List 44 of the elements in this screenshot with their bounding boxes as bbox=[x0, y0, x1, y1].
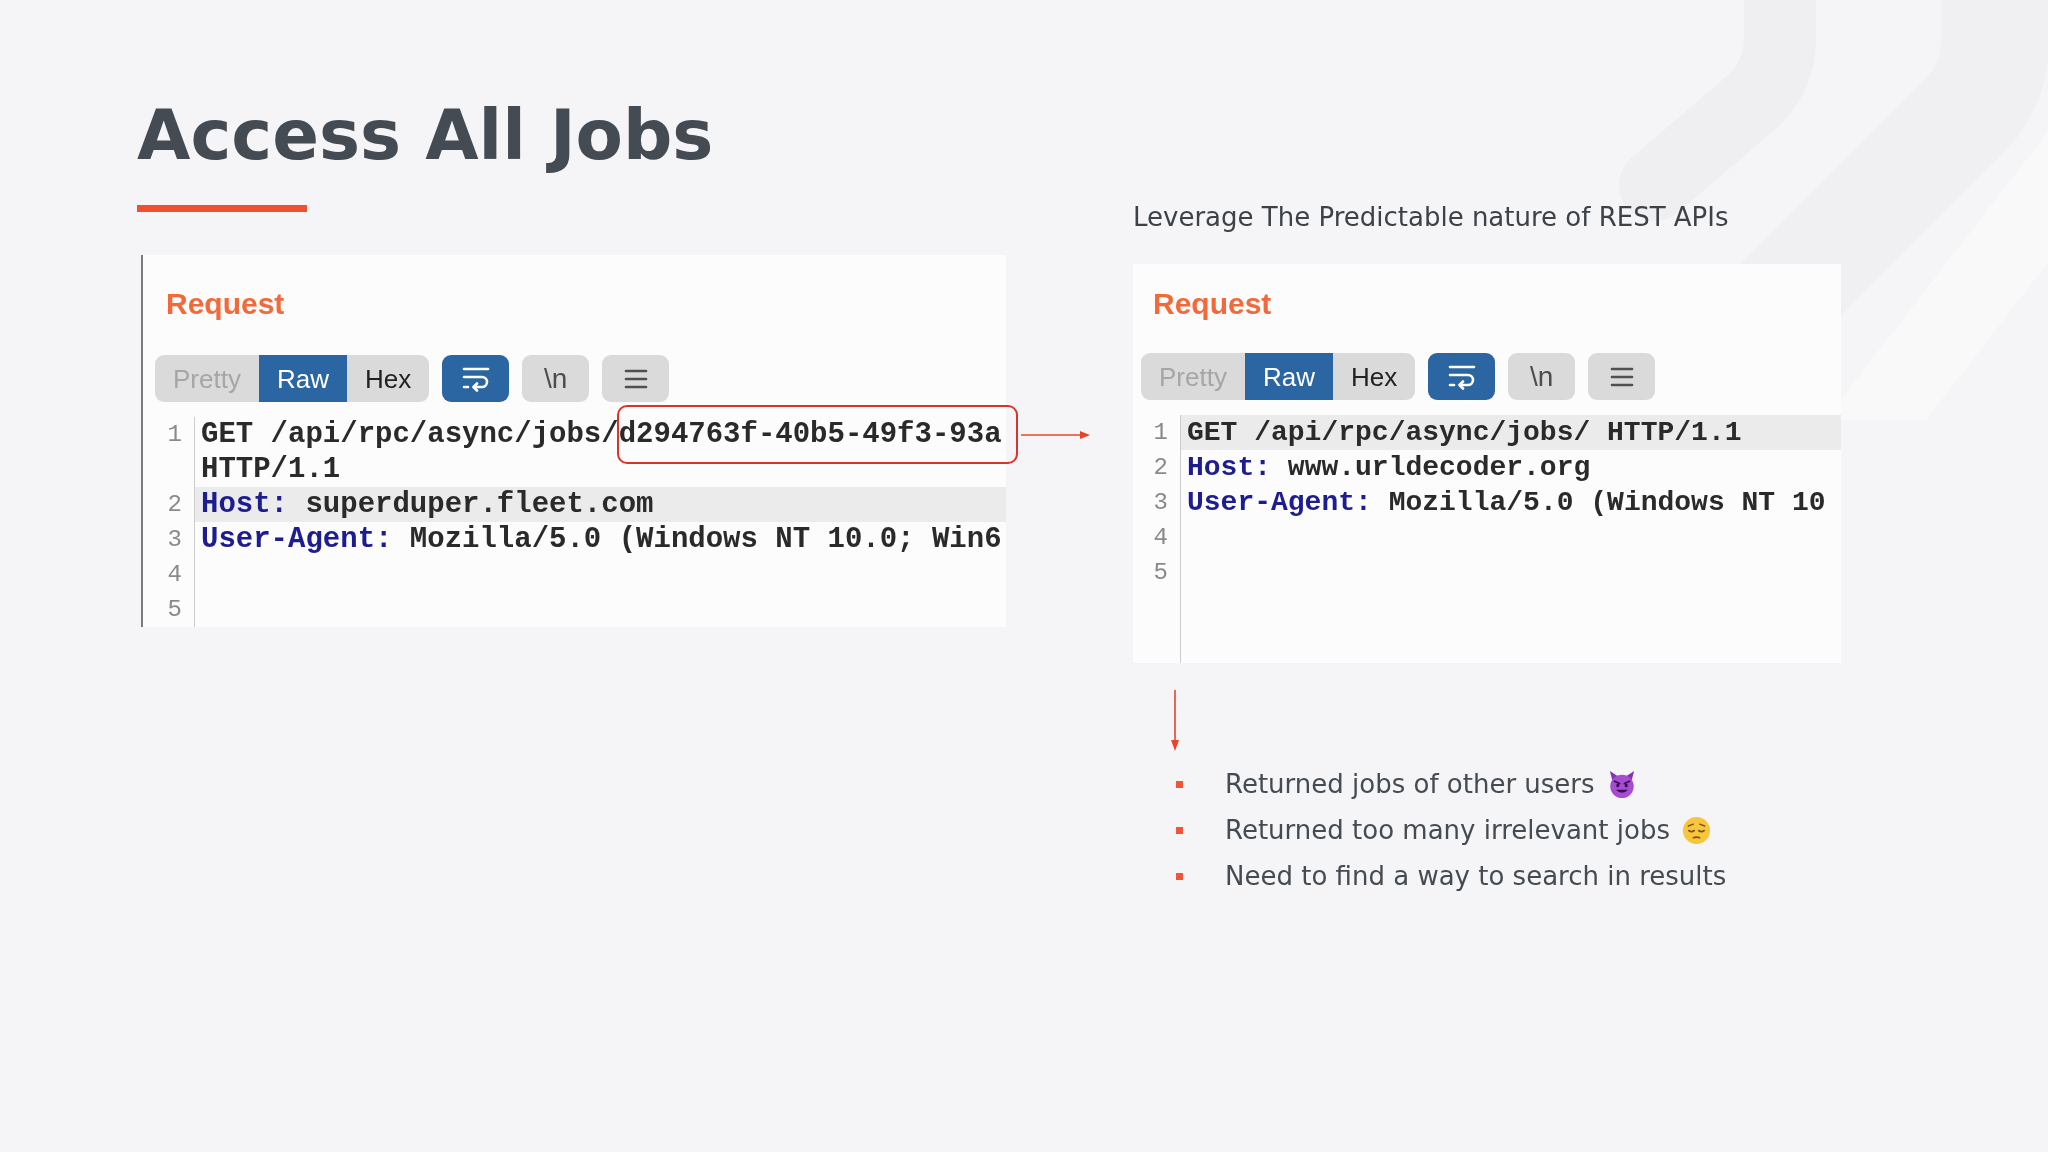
line-number: 1 bbox=[1153, 418, 1168, 448]
line-number: 4 bbox=[1153, 523, 1168, 553]
right-arrow bbox=[1020, 428, 1090, 441]
line-number: 2 bbox=[1153, 453, 1168, 483]
line-number: 1 bbox=[167, 420, 182, 450]
square-bullet-icon bbox=[1176, 872, 1183, 880]
bullet-text: Returned too many irrelevant jobs bbox=[1225, 814, 1670, 846]
menu-button[interactable] bbox=[602, 355, 670, 402]
code-line: User-Agent: Mozilla/5.0 (Windows NT 10 bbox=[1187, 486, 1826, 520]
menu-icon bbox=[1609, 366, 1634, 387]
code-line: User-Agent: Mozilla/5.0 (Windows NT 10.0; Win6 bbox=[201, 522, 1002, 557]
line-number: 5 bbox=[1153, 558, 1168, 588]
view-tab[interactable]: Raw bbox=[258, 355, 347, 402]
menu-icon bbox=[623, 368, 648, 389]
down-arrow bbox=[1169, 690, 1181, 751]
code-line: GET /api/rpc/async/jobs/ HTTP/1.1 bbox=[1187, 416, 1742, 450]
view-tab[interactable]: Raw bbox=[1244, 353, 1333, 400]
square-bullet-icon bbox=[1176, 780, 1183, 788]
menu-button[interactable] bbox=[1588, 353, 1656, 400]
square-bullet-icon bbox=[1176, 826, 1183, 834]
line-number: 3 bbox=[1153, 488, 1168, 518]
code-line: HTTP/1.1 bbox=[201, 452, 341, 487]
view-tab[interactable]: Hex bbox=[1332, 353, 1416, 400]
view-tab[interactable]: Hex bbox=[346, 355, 430, 402]
panel-heading: Request bbox=[166, 287, 285, 320]
panel-heading: Request bbox=[1153, 287, 1272, 320]
code-line: Host: superduper.fleet.com bbox=[201, 487, 654, 522]
line-number: 4 bbox=[167, 560, 182, 590]
line-number: 3 bbox=[167, 525, 182, 555]
code-line: Host: www.urldecoder.org bbox=[1187, 451, 1591, 485]
wrap-toggle-button[interactable] bbox=[442, 355, 510, 402]
code-line: GET /api/rpc/async/jobs/ bbox=[201, 417, 619, 452]
line-number: 5 bbox=[167, 595, 182, 625]
bullet-text: Need to find a way to search in results bbox=[1225, 860, 1727, 892]
newline-toggle-button[interactable]: \n bbox=[522, 355, 590, 402]
slide-subtitle: Leverage The Predictable nature of REST APIs bbox=[1133, 201, 1729, 233]
newline-toggle-button[interactable]: \n bbox=[1508, 353, 1576, 400]
wrap-lines-icon bbox=[1447, 363, 1476, 390]
bullet-text: Returned jobs of other users bbox=[1225, 768, 1595, 800]
line-number: 2 bbox=[167, 490, 182, 520]
wrap-toggle-button[interactable] bbox=[1428, 353, 1496, 400]
outlined-job-id: d294763f-40b5-49f3-93a bbox=[616, 405, 1018, 464]
pensive-face-icon bbox=[1681, 815, 1711, 845]
wrap-lines-icon bbox=[461, 365, 490, 392]
